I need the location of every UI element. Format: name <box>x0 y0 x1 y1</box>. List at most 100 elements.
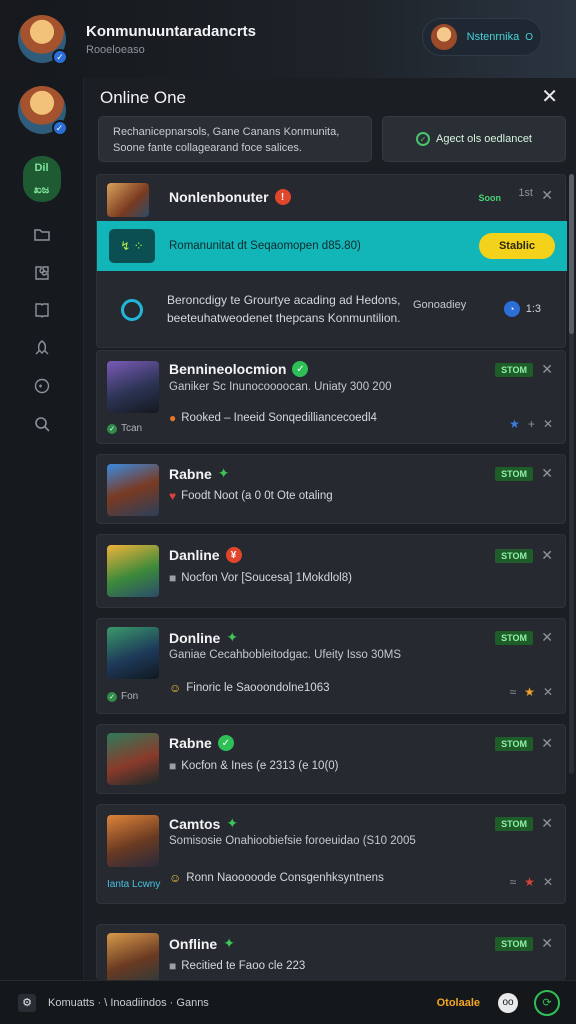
verified-icon: ✓ <box>51 120 68 136</box>
promo-icon: ↯ ⁘ <box>109 229 155 263</box>
app-header: ✓ Konmunuuntaradancrts Rooeloeaso Nstenr… <box>0 0 576 78</box>
game-title-text: Donline <box>169 629 221 646</box>
user-name: Nstenrnika <box>466 31 520 43</box>
dismiss-button[interactable]: ✕ <box>541 629 553 646</box>
highlight-title-text: Nonlenbonuter <box>169 189 269 205</box>
status-tag: STOM <box>495 631 533 645</box>
leaf-icon: ✦ <box>226 629 239 645</box>
promo-text: Romanunitat dt Seqaomopen d85.80) <box>169 240 361 252</box>
game-thumbnail <box>107 183 149 217</box>
play-button[interactable]: Stablic <box>479 233 555 259</box>
game-card[interactable]: Rabne ✓ ■ Kocfon & Ines (e 2313 (e 10(0)… <box>96 724 566 794</box>
online-panel: Online One ✕ Rechanicepnarsols, Gane Can… <box>84 78 576 985</box>
verified-icon: ✓ <box>217 735 234 751</box>
status-tag: STOM <box>495 737 533 751</box>
game-title: Donline ✦ <box>169 629 238 646</box>
game-title-text: Bennineolocmion <box>169 361 287 377</box>
game-activity: ■ Recitied te Faoo cle 223 <box>169 959 305 973</box>
dismiss-button[interactable]: ✕ <box>541 361 553 378</box>
wave-icon[interactable]: ≈ <box>510 685 517 699</box>
status-tag: STOM <box>495 363 533 377</box>
game-card[interactable]: Danline ¥ ■ Nocfon Vor [Soucesa] 1Mokdlo… <box>96 534 566 608</box>
game-side-label: ✓ Fon <box>107 691 138 702</box>
user-status-icon: O <box>525 31 533 43</box>
leaf-icon: ✦ <box>226 815 239 831</box>
dismiss-button[interactable]: ✕ <box>541 547 553 564</box>
folder-icon[interactable] <box>32 224 52 244</box>
refresh-button[interactable]: ⟳ <box>534 989 560 1016</box>
dismiss-button[interactable]: ✕ <box>541 815 553 832</box>
leaf-icon: ✦ <box>223 935 235 951</box>
star-icon[interactable]: ★ <box>509 417 520 431</box>
scrollbar[interactable] <box>569 174 574 774</box>
game-title-text: Rabne <box>169 735 212 751</box>
highlight-description: Beroncdigy te Grourtye acading ad Hedons… <box>167 293 401 325</box>
game-details: Ganiae Cecahbobleitodgac. Ufeity Isso 30… <box>169 649 402 661</box>
game-title: Camtos ✦ <box>169 815 238 832</box>
close-button[interactable]: ✕ <box>541 84 558 109</box>
game-activity-text: Ronn Naooooode Consgenhksyntnens <box>186 872 384 884</box>
settings-icon[interactable]: ⚙ <box>18 993 36 1012</box>
game-thumbnail <box>107 545 159 597</box>
star-icon[interactable]: ★ <box>524 685 535 699</box>
game-card[interactable]: Onfline ✦ ■ Recitied te Faoo cle 223 STO… <box>96 924 566 985</box>
game-activity: ☺ Finoric le Saooondolne1063 <box>169 681 329 695</box>
highlight-title: Nonlenbonuter ! <box>169 189 291 205</box>
dismiss-button[interactable]: ✕ <box>541 187 553 204</box>
card-actions: ≈ ★ ✕ <box>510 685 553 699</box>
close-icon[interactable]: ✕ <box>543 875 553 889</box>
dismiss-button[interactable]: ✕ <box>541 935 553 952</box>
promo-bar[interactable]: ↯ ⁘ Romanunitat dt Seqaomopen d85.80) St… <box>97 221 567 271</box>
puzzle-icon[interactable] <box>32 262 52 282</box>
user-chip[interactable]: Nstenrnika O <box>422 18 542 56</box>
game-activity: ■ Kocfon & Ines (e 2313 (e 10(0) <box>169 759 339 773</box>
game-thumbnail <box>107 627 159 679</box>
check-icon: ✓ <box>107 423 117 434</box>
gamepad-icon[interactable] <box>32 376 52 396</box>
select-button-label: Agect ols oedlancet <box>435 133 532 145</box>
dismiss-button[interactable]: ✕ <box>541 735 553 752</box>
highlight-card[interactable]: Nonlenbonuter ! Soon 1st ✕ ↯ ⁘ Romanunit… <box>96 174 567 348</box>
check-circle-icon: ✓ <box>415 132 430 146</box>
select-button[interactable]: ✓ Agect ols oedlancet <box>382 116 566 162</box>
coin-icon: ¥ <box>225 547 242 563</box>
sidebar-pill-top: Dil <box>34 161 49 174</box>
game-card[interactable]: Bennineolocmion ✓ Ganiker Sc Inunocooooc… <box>96 350 566 444</box>
game-title: Rabne ✦ <box>169 465 230 482</box>
game-activity-text: Finoric le Saooondolne1063 <box>186 682 330 694</box>
game-card[interactable]: Donline ✦ Ganiae Cecahbobleitodgac. Ufei… <box>96 618 566 714</box>
user-icon: ■ <box>169 959 177 973</box>
rocket-icon[interactable] <box>32 338 52 358</box>
game-thumbnail <box>107 361 159 413</box>
book-icon[interactable] <box>32 300 52 320</box>
game-title-text: Camtos <box>169 815 221 832</box>
gamepad-button[interactable]: oo <box>498 992 518 1013</box>
game-thumbnail <box>107 733 159 785</box>
heart-icon: ♥ <box>169 489 177 503</box>
game-title: Danline ¥ <box>169 547 242 563</box>
sidebar-item-home[interactable]: Dil ಖಜ <box>22 156 61 202</box>
star-icon[interactable]: ★ <box>524 875 535 889</box>
highlight-score: ◔ 1:3 <box>503 301 541 317</box>
scrollbar-thumb[interactable] <box>569 174 574 334</box>
close-icon[interactable]: ✕ <box>543 417 553 431</box>
plus-icon[interactable]: + <box>528 417 535 431</box>
game-side-label: Ianta Lcwny <box>107 879 161 890</box>
wave-icon[interactable]: ≈ <box>510 875 517 889</box>
footer-bar: ⚙ Komuatts · \ Inoadiindos · Ganns Otola… <box>0 980 576 1024</box>
game-card[interactable]: Camtos ✦ Somisosie Onahioobiefsie foroeu… <box>96 804 566 904</box>
search-icon[interactable] <box>32 414 52 434</box>
close-icon[interactable]: ✕ <box>543 685 553 699</box>
profile-avatar[interactable]: ✓ <box>18 15 68 65</box>
dismiss-button[interactable]: ✕ <box>541 465 553 482</box>
status-tag: STOM <box>495 549 533 563</box>
game-activity-text: Rooked – Ineeid Sonqedilliancecoedl4 <box>181 412 377 424</box>
sidebar-avatar[interactable]: ✓ <box>17 86 68 136</box>
game-thumbnail <box>107 933 159 985</box>
game-card[interactable]: Rabne ✦ ♥ Foodt Noot (a 0 0t Ote otaling… <box>96 454 566 524</box>
game-activity-text: Recitied te Faoo cle 223 <box>181 960 306 972</box>
game-title-text: Onfline <box>169 935 218 952</box>
game-activity: ■ Nocfon Vor [Soucesa] 1Mokdlol8) <box>169 571 352 585</box>
game-activity: ☺ Ronn Naooooode Consgenhksyntnens <box>169 871 384 885</box>
alert-icon: ! <box>274 189 291 205</box>
